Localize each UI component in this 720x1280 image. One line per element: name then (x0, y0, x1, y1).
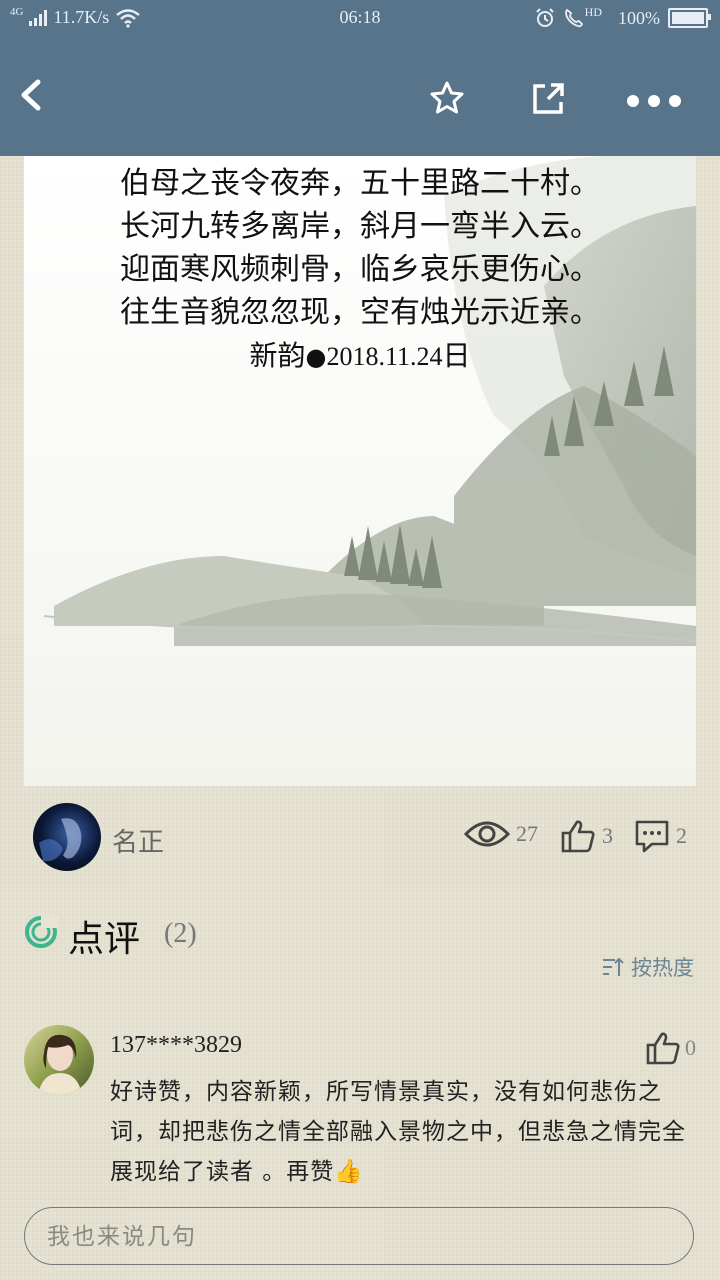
reviews-count: (2) (164, 918, 197, 949)
views-count: 27 (516, 821, 538, 846)
commenter-name[interactable]: 137****3829 (110, 1032, 242, 1059)
eye-icon (464, 821, 510, 847)
battery-icon (668, 8, 711, 28)
reviews-title: 点评 (68, 919, 141, 960)
comment-bubble-icon[interactable] (634, 818, 670, 854)
signature-suffix: 日 (442, 339, 471, 372)
battery-percent: 100% (618, 7, 660, 28)
poem-signature: 新韵●2018.11.24日 (24, 334, 696, 379)
more-dots-icon[interactable] (626, 94, 682, 108)
comments-count: 2 (676, 823, 687, 848)
hd-label: HD (584, 4, 602, 19)
comment-input-bar[interactable] (24, 1207, 717, 1266)
signature-name: 新韵 (249, 339, 306, 372)
poem-line: 往生音貌忽忽现，空有烛光示近亲。 (120, 295, 600, 330)
phone-hd-icon (564, 8, 583, 28)
likes-count: 3 (602, 823, 613, 848)
back-arrow-icon[interactable] (18, 78, 44, 112)
section-ring-icon (25, 915, 58, 948)
commenter-avatar[interactable] (24, 1025, 94, 1095)
top-navigation-bar (0, 36, 720, 156)
share-external-icon[interactable] (531, 82, 567, 116)
comments-stat[interactable]: 2 (634, 818, 687, 854)
author-name[interactable]: 名正 (112, 822, 164, 859)
comment-like-count: 0 (685, 1035, 696, 1060)
status-bar: 4G 11.7K/s 06:18 HD 100% (0, 0, 720, 36)
thumbs-up-icon[interactable] (560, 818, 596, 854)
signature-dot: ● (305, 343, 327, 371)
poem-line: 伯母之丧令夜奔，五十里路二十村。 (120, 166, 600, 201)
star-outline-icon[interactable] (428, 80, 466, 116)
comment-text: 好诗赞，内容新颖，所写情景真实，没有如何悲伤之词，却把悲伤之情全部融入景物之中，… (110, 1079, 686, 1185)
views-stat: 27 (464, 818, 538, 850)
poem-line: 迎面寒风频刺骨，临乡哀乐更伤心。 (120, 252, 600, 287)
alarm-icon (535, 8, 554, 27)
comment-like[interactable]: 0 (645, 1030, 696, 1066)
likes-stat[interactable]: 3 (560, 818, 613, 854)
comment-input[interactable] (25, 1208, 717, 1266)
sort-by-popularity[interactable]: 按热度 (601, 952, 694, 982)
sort-label: 按热度 (631, 956, 694, 980)
poem-line: 长河九转多离岸，斜月一弯半入云。 (120, 209, 600, 244)
author-avatar[interactable] (33, 803, 101, 871)
signature-date: 2018.11.24 (326, 342, 443, 371)
poem-card: 伯母之丧令夜奔，五十里路二十村。 长河九转多离岸，斜月一弯半入云。 迎面寒风频刺… (24, 156, 696, 786)
thumbs-up-icon[interactable] (645, 1030, 681, 1066)
poem-text: 伯母之丧令夜奔，五十里路二十村。 长河九转多离岸，斜月一弯半入云。 迎面寒风频刺… (24, 162, 696, 379)
sort-icon (603, 957, 624, 976)
